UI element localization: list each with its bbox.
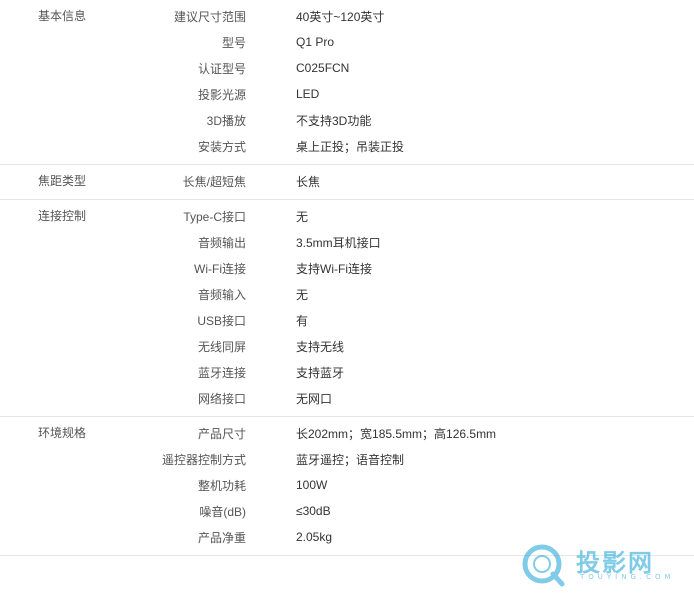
spec-label: 遥控器控制方式 xyxy=(161,452,246,467)
spec-row: 噪音(dB) ≤30dB xyxy=(0,498,694,524)
spec-value: 100W xyxy=(296,478,328,492)
spec-row: 型号 Q1 Pro xyxy=(0,29,694,55)
spec-label: 噪音(dB) xyxy=(199,504,246,519)
spec-label: 网络接口 xyxy=(197,391,246,406)
section-title: 连接控制 xyxy=(38,209,87,223)
section-basic-info: 基本信息 建议尺寸范围 40英寸~120英寸 型号 Q1 Pro 认证型号 C0… xyxy=(0,0,694,165)
watermark-logo: 投影网 TOUYING.COM xyxy=(520,540,690,590)
spec-row: 整机功耗 100W xyxy=(0,472,694,498)
spec-value: Q1 Pro xyxy=(296,35,335,49)
spec-row: 3D播放 不支持3D功能 xyxy=(0,107,694,133)
section-environment-specs: 环境规格 产品尺寸 长202mm；宽185.5mm；高126.5mm 遥控器控制… xyxy=(0,417,694,556)
section-connectivity: 连接控制 Type-C接口 无 音频输出 3.5mm耳机接口 Wi-Fi连接 支… xyxy=(0,200,694,417)
spec-value: 3.5mm耳机接口 xyxy=(296,235,381,250)
spec-value: 桌上正投；吊装正投 xyxy=(296,139,405,154)
spec-row: 投影光源 LED xyxy=(0,81,694,107)
logo-ring-icon xyxy=(522,544,565,587)
spec-label: 蓝牙连接 xyxy=(197,365,246,380)
section-title: 焦距类型 xyxy=(38,174,87,188)
spec-row: USB接口 有 xyxy=(0,307,694,333)
section-title: 基本信息 xyxy=(38,9,87,23)
spec-value: ≤30dB xyxy=(296,504,331,518)
spec-label: 安装方式 xyxy=(197,139,246,154)
section-title: 环境规格 xyxy=(38,426,87,440)
spec-value: 蓝牙遥控；语音控制 xyxy=(296,452,405,467)
spec-row: 音频输入 无 xyxy=(0,281,694,307)
spec-value: 长焦 xyxy=(296,174,321,189)
spec-page: 基本信息 建议尺寸范围 40英寸~120英寸 型号 Q1 Pro 认证型号 C0… xyxy=(0,0,694,609)
spec-value: 支持无线 xyxy=(296,339,345,354)
spec-row: 遥控器控制方式 蓝牙遥控；语音控制 xyxy=(0,446,694,472)
spec-label: 型号 xyxy=(221,35,246,50)
spec-label: 整机功耗 xyxy=(197,478,246,493)
spec-label: 认证型号 xyxy=(197,61,246,76)
spec-label: USB接口 xyxy=(197,313,246,328)
spec-value: 不支持3D功能 xyxy=(296,113,372,128)
spec-label: 产品净重 xyxy=(197,530,246,545)
spec-row: 音频输出 3.5mm耳机接口 xyxy=(0,229,694,255)
spec-label: 音频输出 xyxy=(197,235,246,250)
spec-row: 认证型号 C025FCN xyxy=(0,55,694,81)
spec-label: 音频输入 xyxy=(197,287,246,302)
spec-label: 投影光源 xyxy=(197,87,246,102)
spec-value: 2.05kg xyxy=(296,530,333,544)
spec-value: 无 xyxy=(296,287,309,302)
spec-value: 支持Wi-Fi连接 xyxy=(296,261,372,276)
spec-row: 安装方式 桌上正投；吊装正投 xyxy=(0,133,694,159)
spec-label: 3D播放 xyxy=(206,113,246,128)
spec-value: LED xyxy=(296,87,320,101)
spec-row: 蓝牙连接 支持蓝牙 xyxy=(0,359,694,385)
spec-value: 无 xyxy=(296,209,309,224)
spec-value: C025FCN xyxy=(296,61,350,75)
spec-row: 网络接口 无网口 xyxy=(0,385,694,411)
spec-value: 无网口 xyxy=(296,391,333,406)
spec-value: 有 xyxy=(296,313,309,328)
spec-label: Wi-Fi连接 xyxy=(194,261,246,276)
spec-row: Wi-Fi连接 支持Wi-Fi连接 xyxy=(0,255,694,281)
spec-value: 40英寸~120英寸 xyxy=(296,9,385,24)
section-focal-type: 焦距类型 长焦/超短焦 长焦 xyxy=(0,165,694,200)
spec-value: 支持蓝牙 xyxy=(296,365,345,380)
spec-label: 无线同屏 xyxy=(197,339,246,354)
spec-value: 长202mm；宽185.5mm；高126.5mm xyxy=(296,426,497,441)
watermark-domain: TOUYING.COM xyxy=(580,573,675,581)
spec-row: 无线同屏 支持无线 xyxy=(0,333,694,359)
